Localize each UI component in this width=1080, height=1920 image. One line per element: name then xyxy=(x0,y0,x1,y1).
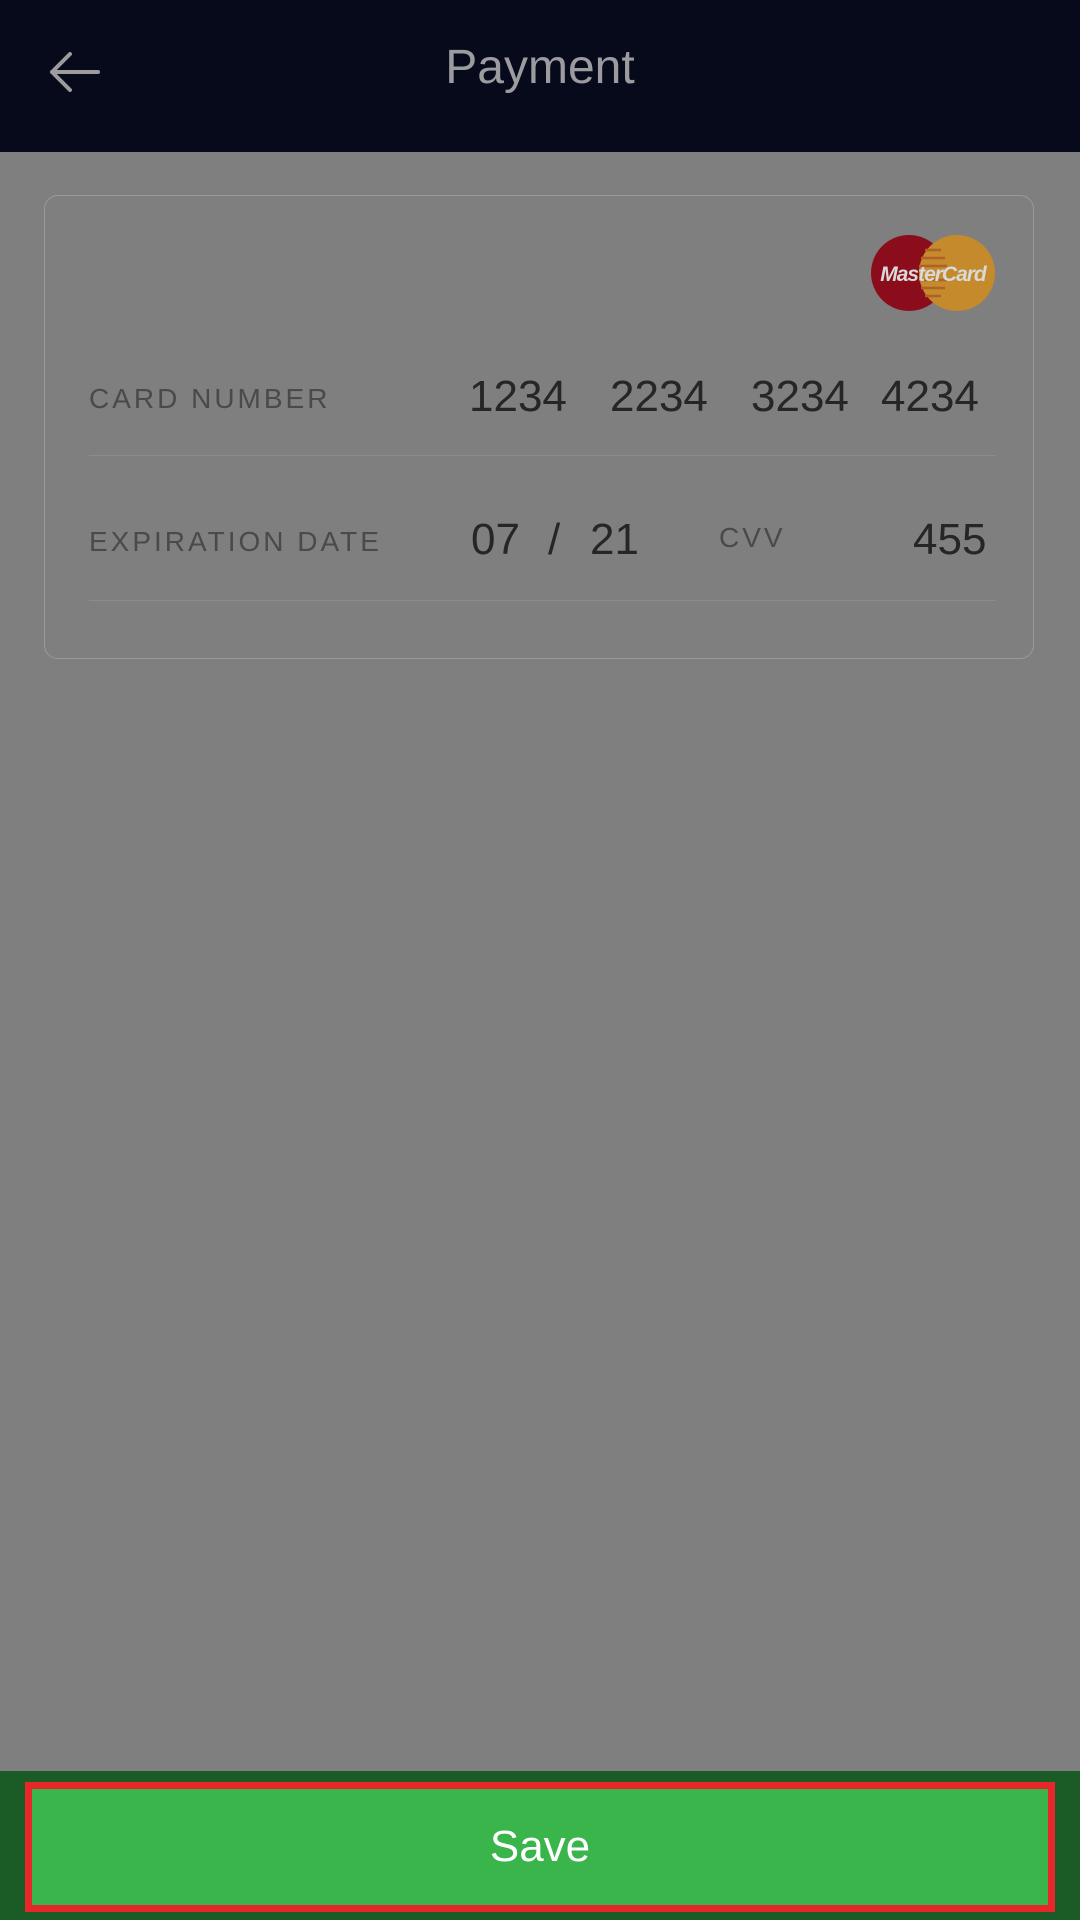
expiration-divider xyxy=(89,600,709,601)
cvv-divider xyxy=(705,600,995,601)
expiration-separator: / xyxy=(548,515,561,564)
svg-text:MasterCard: MasterCard xyxy=(880,263,988,286)
cvv-field[interactable]: 455 xyxy=(913,515,986,565)
page-title: Payment xyxy=(445,41,635,94)
app-header: Payment xyxy=(0,0,1080,152)
card-number-group-2[interactable]: 2234 xyxy=(610,372,708,422)
mastercard-logo-icon: MasterCard xyxy=(871,235,995,311)
expiration-month-field[interactable]: 07 xyxy=(471,515,520,565)
save-button[interactable]: Save xyxy=(25,1782,1055,1912)
expiration-year-field[interactable]: 21 xyxy=(590,515,639,565)
card-number-group-4[interactable]: 4234 xyxy=(881,372,979,422)
card-number-group-1[interactable]: 1234 xyxy=(469,372,567,422)
expiration-date-label: EXPIRATION DATE xyxy=(89,526,382,557)
card-number-group-3[interactable]: 3234 xyxy=(751,372,849,422)
card-number-label: CARD NUMBER xyxy=(89,383,331,414)
card-number-divider xyxy=(89,455,995,456)
cvv-label: CVV xyxy=(719,522,786,553)
card-details-panel: MasterCard CARD NUMBER 1234 2234 3234 42… xyxy=(44,195,1034,659)
